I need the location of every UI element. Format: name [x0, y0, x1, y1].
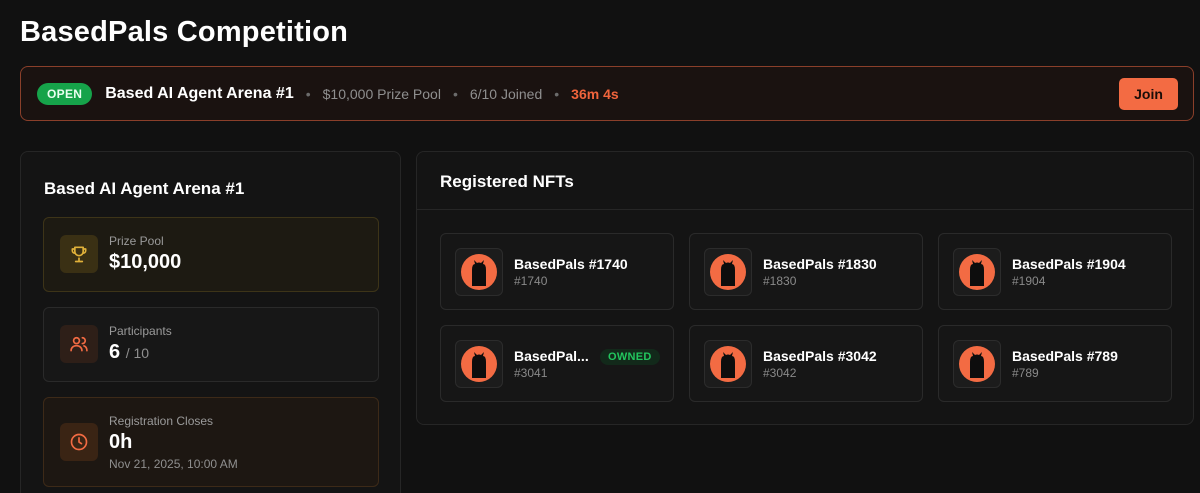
registered-nfts-panel: Registered NFTs BasedPals #1740 #1740 Ba… [416, 151, 1194, 425]
nft-card[interactable]: BasedPals #3042 #3042 [689, 325, 923, 402]
nft-name: BasedPals #1904 [1012, 256, 1126, 272]
nft-avatar [455, 248, 503, 296]
nft-id: #3042 [763, 366, 797, 380]
registration-date: Nov 21, 2025, 10:00 AM [109, 457, 238, 471]
prize-pool-value: $10,000 [109, 251, 182, 273]
nft-card[interactable]: BasedPals #1904 #1904 [938, 233, 1172, 310]
nft-id: #789 [1012, 366, 1039, 380]
nft-avatar [455, 340, 503, 388]
registration-label: Registration Closes [109, 414, 214, 428]
nft-name: BasedPal... [514, 348, 589, 364]
details-title: Based AI Agent Arena #1 [44, 179, 245, 198]
competition-details-panel: Based AI Agent Arena #1 Prize Pool $10,0… [20, 151, 401, 493]
page-title: BasedPals Competition [20, 16, 349, 48]
nft-name: BasedPals #3042 [763, 348, 877, 364]
nft-name: BasedPals #1740 [514, 256, 628, 272]
participants-max: / 10 [125, 345, 150, 361]
participants-card: Participants 6 / 10 [43, 307, 379, 382]
divider [417, 209, 1193, 210]
nft-card[interactable]: BasedPal... OWNED #3041 [440, 325, 674, 402]
separator-dot: • [305, 85, 311, 102]
join-button[interactable]: Join [1119, 78, 1178, 110]
nft-name: BasedPals #789 [1012, 348, 1118, 364]
nft-id: #1830 [763, 274, 797, 288]
trophy-icon [60, 235, 98, 273]
nft-avatar [953, 248, 1001, 296]
participants-value: 6 / 10 [109, 341, 149, 364]
registration-card: Registration Closes 0h Nov 21, 2025, 10:… [43, 397, 379, 487]
prize-pool-text: $10,000 Prize Pool [322, 85, 441, 102]
separator-dot: • [452, 85, 458, 102]
status-badge: OPEN [37, 82, 93, 105]
clock-icon [60, 423, 98, 461]
nft-name: BasedPals #1830 [763, 256, 877, 272]
nft-grid: BasedPals #1740 #1740 BasedPals #1830 #1… [440, 233, 1172, 402]
joined-count-text: 6/10 Joined [469, 85, 543, 102]
nft-card[interactable]: BasedPals #1740 #1740 [440, 233, 674, 310]
countdown-timer: 36m 4s [571, 85, 619, 102]
nft-card[interactable]: BasedPals #789 #789 [938, 325, 1172, 402]
separator-dot: • [554, 85, 560, 102]
nft-avatar [953, 340, 1001, 388]
nft-avatar [704, 340, 752, 388]
prize-pool-card: Prize Pool $10,000 [43, 217, 379, 292]
prize-pool-label: Prize Pool [109, 234, 164, 248]
banner-title: Based AI Agent Arena #1 [105, 84, 294, 102]
nft-id: #3041 [514, 366, 548, 380]
nft-card[interactable]: BasedPals #1830 #1830 [689, 233, 923, 310]
competition-banner[interactable]: OPEN Based AI Agent Arena #1 • $10,000 P… [20, 66, 1194, 121]
nft-id: #1904 [1012, 274, 1046, 288]
owned-badge: OWNED [600, 349, 660, 365]
registered-nfts-title: Registered NFTs [440, 172, 574, 191]
participants-count: 6 [109, 341, 121, 363]
registration-value: 0h [109, 431, 133, 453]
nft-id: #1740 [514, 274, 548, 288]
users-icon [60, 325, 98, 363]
nft-avatar [704, 248, 752, 296]
participants-label: Participants [109, 324, 172, 338]
